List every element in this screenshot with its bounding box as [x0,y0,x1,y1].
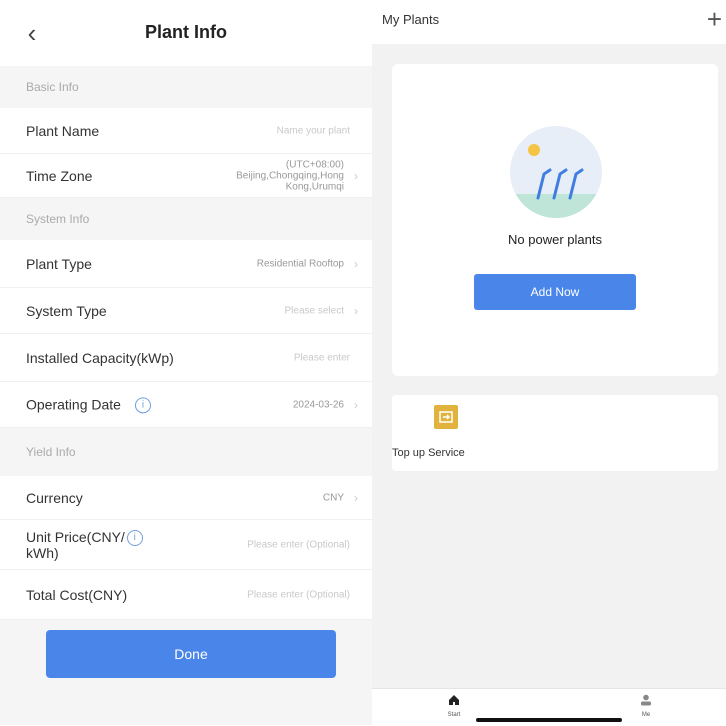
system-type-label: System Type [26,302,107,319]
tab-start[interactable]: Start [434,693,474,718]
empty-state-card: No power plants Add Now [392,64,718,376]
unit-price-label: Unit Price(CNY/ kWh) i [26,529,143,561]
home-indicator [476,718,622,722]
total-cost-label: Total Cost(CNY) [26,586,128,603]
installed-capacity-label: Installed Capacity(kWp) [26,349,174,366]
time-zone-row[interactable]: Time Zone (UTC+08:00) Beijing,Chongqing,… [0,154,372,198]
chevron-right-icon: › [354,490,358,505]
section-header-basic-info: Basic Info [0,66,372,108]
section-header-system-info: System Info [0,198,372,240]
currency-row[interactable]: Currency CNY › [0,476,372,520]
empty-state-text: No power plants [508,232,602,247]
my-plants-header: My Plants + [372,0,726,44]
chevron-right-icon: › [354,168,358,183]
chevron-right-icon: › [354,303,358,318]
currency-value: CNY [322,492,344,503]
unit-price-input[interactable]: Please enter (Optional) [247,539,350,550]
total-cost-input[interactable]: Please enter (Optional) [247,589,350,600]
info-icon[interactable]: i [134,397,151,414]
home-icon [449,695,459,705]
plant-type-value: Residential Rooftop [256,258,344,269]
plant-type-row[interactable]: Plant Type Residential Rooftop › [0,240,372,288]
plant-type-label: Plant Type [26,255,92,272]
operating-date-value: 2024-03-26 [292,399,344,410]
person-icon [641,694,651,706]
plant-name-input[interactable]: Name your plant [277,125,350,136]
total-cost-row[interactable]: Total Cost(CNY) Please enter (Optional) [0,570,372,620]
currency-label: Currency [26,489,83,506]
operating-date-label: Operating Date i [26,396,151,414]
operating-date-row[interactable]: Operating Date i 2024-03-26 › [0,382,372,428]
plant-info-header: ‹ Plant Info [0,0,372,66]
done-button[interactable]: Done [46,630,336,678]
page-title: Plant Info [145,22,227,42]
plant-name-label: Plant Name [26,122,100,139]
tab-me[interactable]: Me [626,693,666,718]
page-title: My Plants [382,12,440,27]
my-plants-screen: My Plants + No power plants Add Now Top … [372,0,726,726]
add-plant-button[interactable]: + [707,6,722,32]
plant-name-row[interactable]: Plant Name Name your plant [0,108,372,154]
time-zone-label: Time Zone [26,167,93,184]
system-type-select[interactable]: Please select [285,305,344,316]
plant-info-screen: ‹ Plant Info Basic Info Plant Name Name … [0,0,372,725]
section-header-yield-info: Yield Info [0,428,372,476]
time-zone-value: (UTC+08:00) Beijing,Chongqing,Hong Kong,… [236,159,344,192]
chevron-right-icon: › [354,256,358,271]
installed-capacity-row[interactable]: Installed Capacity(kWp) Please enter [0,334,372,382]
info-icon[interactable]: i [126,529,143,546]
bottom-tab-bar: Start Me [372,688,726,726]
installed-capacity-input[interactable]: Please enter [294,352,350,363]
system-type-row[interactable]: System Type Please select › [0,288,372,334]
top-up-icon [434,405,458,429]
plus-icon: + [706,4,722,34]
add-now-button[interactable]: Add Now [474,274,636,310]
unit-price-row[interactable]: Unit Price(CNY/ kWh) i Please enter (Opt… [0,520,372,570]
top-up-service-item[interactable]: Top up Service [392,395,718,471]
top-up-service-label: Top up Service [392,447,465,459]
chevron-right-icon: › [354,397,358,412]
solar-plant-illustration-icon [510,126,602,218]
